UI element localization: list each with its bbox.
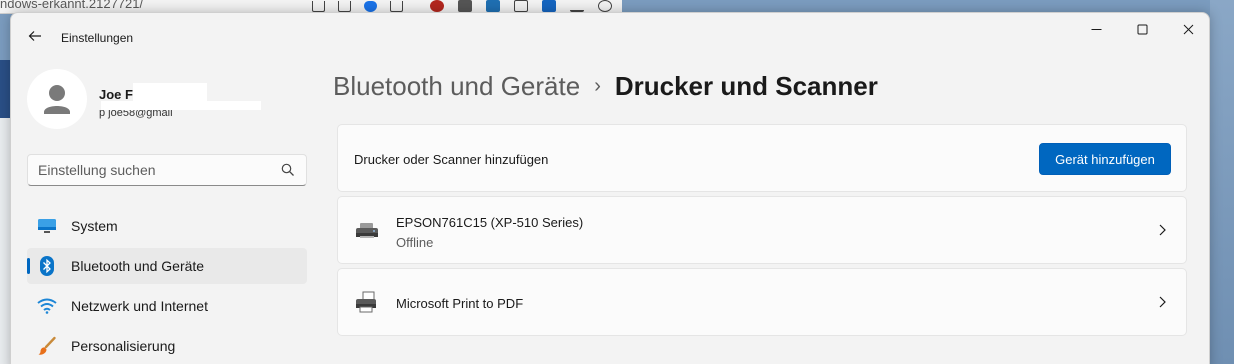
breadcrumb-parent[interactable]: Bluetooth und Geräte [333, 71, 580, 102]
printer-list-item[interactable]: Microsoft Print to PDF [337, 268, 1187, 336]
redaction-mark [101, 101, 261, 110]
app-title: Einstellungen [61, 31, 134, 45]
close-icon [1183, 24, 1193, 34]
breadcrumb-separator: › [594, 75, 601, 97]
extension-icon [458, 0, 472, 12]
settings-nav: System Bluetooth und Geräte Netzwerk und… [27, 208, 307, 364]
redaction-mark [133, 83, 207, 103]
background-extension-icons [430, 0, 626, 12]
user-name: Joe F [99, 87, 133, 102]
printer-icon [356, 223, 378, 238]
avatar [27, 69, 87, 129]
extension-icon [430, 0, 444, 12]
system-icon [37, 216, 57, 236]
sidebar-item-label: Netzwerk und Internet [71, 298, 208, 314]
search-input[interactable] [29, 156, 269, 184]
shield-check-icon [364, 1, 377, 12]
add-printer-card: Drucker oder Scanner hinzufügen Gerät hi… [337, 124, 1187, 192]
pdf-printer-icon [356, 291, 376, 313]
maximize-icon [1137, 24, 1147, 34]
download-icon [570, 0, 584, 12]
edit-icon [312, 1, 325, 12]
bluetooth-icon [37, 256, 57, 276]
back-button[interactable] [23, 25, 47, 47]
sidebar-item-system[interactable]: System [27, 208, 307, 244]
sidebar-item-bluetooth[interactable]: Bluetooth und Geräte [27, 248, 307, 284]
sidebar-item-label: Personalisierung [71, 338, 176, 354]
maximize-button[interactable] [1119, 13, 1165, 45]
device-name: Microsoft Print to PDF [396, 296, 524, 311]
sidebar-item-label: Bluetooth und Geräte [71, 258, 205, 274]
minimize-icon [1091, 28, 1101, 30]
heart-icon [390, 1, 403, 12]
printer-list-item[interactable]: EPSON761C15 (XP-510 Series) Offline [337, 196, 1187, 264]
user-icon [44, 85, 70, 114]
title-bar: Einstellungen [11, 13, 1209, 59]
page-title: Drucker und Scanner [614, 71, 878, 101]
camera-icon [338, 1, 351, 12]
add-printer-label: Drucker oder Scanner hinzufügen [354, 152, 549, 167]
chevron-right-icon [1159, 224, 1166, 236]
extension-icon [486, 0, 500, 12]
device-name: EPSON761C15 (XP-510 Series) [396, 215, 584, 230]
search-icon[interactable] [280, 162, 296, 178]
arrow-left-icon [28, 31, 41, 41]
settings-icon [598, 0, 612, 12]
brush-icon [37, 336, 57, 356]
background-url-text: ndows-erkannt.2127721/ [0, 0, 144, 11]
settings-window: Einstellungen Joe F p joe58@gmail Einste… [10, 12, 1210, 364]
add-device-button[interactable]: Gerät hinzufügen [1039, 143, 1171, 175]
minimize-button[interactable] [1073, 13, 1119, 45]
wifi-icon [37, 296, 57, 316]
chevron-right-icon [1159, 296, 1166, 308]
sidebar-item-label: System [71, 218, 118, 234]
extension-icon [514, 0, 528, 12]
sidebar-item-personalization[interactable]: Personalisierung [27, 328, 307, 364]
desktop-background [1210, 0, 1234, 364]
extension-icon [542, 0, 556, 12]
breadcrumb: Bluetooth und Geräte › Drucker und Scann… [333, 71, 878, 102]
close-button[interactable] [1165, 13, 1209, 45]
background-toolbar-icons [312, 0, 416, 12]
sidebar-item-network[interactable]: Netzwerk und Internet [27, 288, 307, 324]
settings-search[interactable] [27, 154, 307, 186]
device-status: Offline [396, 235, 434, 250]
